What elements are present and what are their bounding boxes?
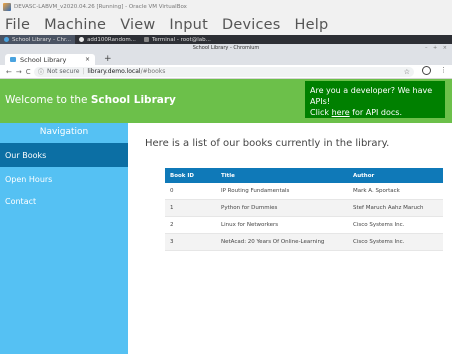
menu-devices[interactable]: Devices [222, 17, 281, 33]
vbox-titlebar: DEVASC-LABVM_v2020.04.26 [Running] - Ora… [0, 0, 452, 14]
menu-file[interactable]: File [5, 17, 30, 33]
site-title-bold: School Library [90, 94, 176, 106]
taskbar-item-label: Terminal - root@lab... [151, 36, 211, 43]
menu-machine[interactable]: Machine [44, 17, 106, 33]
table-row: 2 Linux for Networkers Cisco Systems Inc… [165, 216, 443, 234]
new-tab-button[interactable]: + [104, 54, 112, 64]
browser-titlebar: School Library - Chromium – + × [0, 44, 452, 53]
info-icon[interactable]: ⓘ [38, 67, 44, 76]
table-row: 1 Python for Dummies Stef Maruch Aahz Ma… [165, 199, 443, 217]
forward-icon[interactable]: → [16, 68, 22, 76]
cell-author: Cisco Systems Inc. [348, 216, 443, 234]
url-field[interactable]: ⓘ Not secure | library.demo.local/#books… [34, 66, 414, 77]
api-docs-link[interactable]: here [332, 108, 350, 117]
virtualbox-logo-icon [3, 3, 11, 11]
api-notice: Are you a developer? We have APIs! Click… [305, 81, 445, 118]
vbox-window-title: DEVASC-LABVM_v2020.04.26 [Running] - Ora… [14, 4, 187, 10]
column-header-book-id: Book ID [165, 168, 216, 183]
taskbar-item-editor[interactable]: add100Random... [75, 35, 140, 44]
tab-strip: School Library × + [0, 53, 452, 65]
security-label: Not secure [47, 68, 80, 75]
taskbar-item-terminal[interactable]: Terminal - root@lab... [140, 35, 215, 44]
cell-author: Stef Maruch Aahz Maruch [348, 199, 443, 217]
tab-close-icon[interactable]: × [85, 56, 90, 63]
api-suffix-text: for API docs. [349, 108, 403, 117]
url-host: library.demo.local [87, 68, 141, 75]
column-header-author: Author [348, 168, 443, 183]
cell-author: Cisco Systems Inc. [348, 233, 443, 251]
chromium-icon [4, 37, 9, 42]
cell-title: Python for Dummies [216, 199, 348, 217]
taskbar-item-label: add100Random... [87, 36, 136, 43]
sidebar-item-our-books[interactable]: Our Books [0, 143, 128, 167]
reload-icon[interactable]: C [26, 68, 31, 76]
vbox-menubar: File Machine View Input Devices Help [0, 14, 452, 35]
menu-kebab-icon[interactable]: ⋮ [440, 66, 447, 74]
table-row: 3 NetAcad: 20 Years Of Online-Learning C… [165, 233, 443, 251]
guest-taskbar: School Library - Chr... add100Random... … [0, 35, 452, 44]
sidebar-item-contact[interactable]: Contact [0, 189, 128, 213]
site-header: Welcome to the School Library Are you a … [0, 79, 452, 123]
cell-book-id: 2 [165, 216, 216, 234]
url-path: /#books [140, 68, 166, 75]
api-click-text: Click [310, 108, 332, 117]
taskbar-item-browser[interactable]: School Library - Chr... [0, 35, 76, 44]
table-header-row: Book ID Title Author [165, 168, 443, 183]
profile-icon[interactable] [422, 66, 431, 75]
back-icon[interactable]: ← [6, 68, 12, 76]
tab-title: School Library [20, 55, 67, 64]
window-controls-icon[interactable]: – + × [425, 45, 449, 51]
cell-book-id: 3 [165, 233, 216, 251]
taskbar-item-label: School Library - Chr... [12, 36, 72, 43]
api-notice-line1: Are you a developer? We have APIs! [310, 86, 433, 106]
sidebar-title: Navigation [39, 127, 89, 137]
cell-title: IP Routing Fundamentals [216, 183, 348, 200]
divider: | [82, 68, 85, 75]
books-intro-text: Here is a list of our books currently in… [145, 138, 390, 149]
cell-book-id: 1 [165, 199, 216, 217]
cell-title: Linux for Networkers [216, 216, 348, 234]
site-title-prefix: Welcome to the [5, 94, 91, 106]
books-table: Book ID Title Author 0 IP Routing Fundam… [165, 168, 443, 251]
column-header-title: Title [216, 168, 348, 183]
sidebar-item-open-hours[interactable]: Open Hours [0, 167, 128, 191]
cell-title: NetAcad: 20 Years Of Online-Learning [216, 233, 348, 251]
editor-icon [79, 37, 85, 42]
browser-window-title: School Library - Chromium [192, 45, 260, 51]
bookmark-star-icon[interactable]: ☆ [404, 68, 410, 76]
table-row: 0 IP Routing Fundamentals Mark A. Sporta… [165, 183, 443, 200]
menu-view[interactable]: View [120, 17, 155, 33]
tab-school-library[interactable]: School Library × [5, 54, 95, 65]
api-notice-line2: Click here for API docs. [310, 107, 440, 118]
cell-author: Mark A. Sportack [348, 183, 443, 200]
menu-help[interactable]: Help [295, 17, 329, 33]
terminal-icon [143, 37, 149, 42]
site-title: Welcome to the School Library [5, 94, 176, 106]
favicon-icon [10, 57, 16, 62]
address-bar: ← → C ⓘ Not secure | library.demo.local/… [0, 65, 452, 79]
menu-input[interactable]: Input [169, 17, 208, 33]
cell-book-id: 0 [165, 183, 216, 200]
url-text: library.demo.local/#books [87, 68, 165, 75]
sidebar: Navigation Our Books Open Hours Contact [0, 123, 128, 354]
web-page: Welcome to the School Library Are you a … [0, 79, 452, 354]
